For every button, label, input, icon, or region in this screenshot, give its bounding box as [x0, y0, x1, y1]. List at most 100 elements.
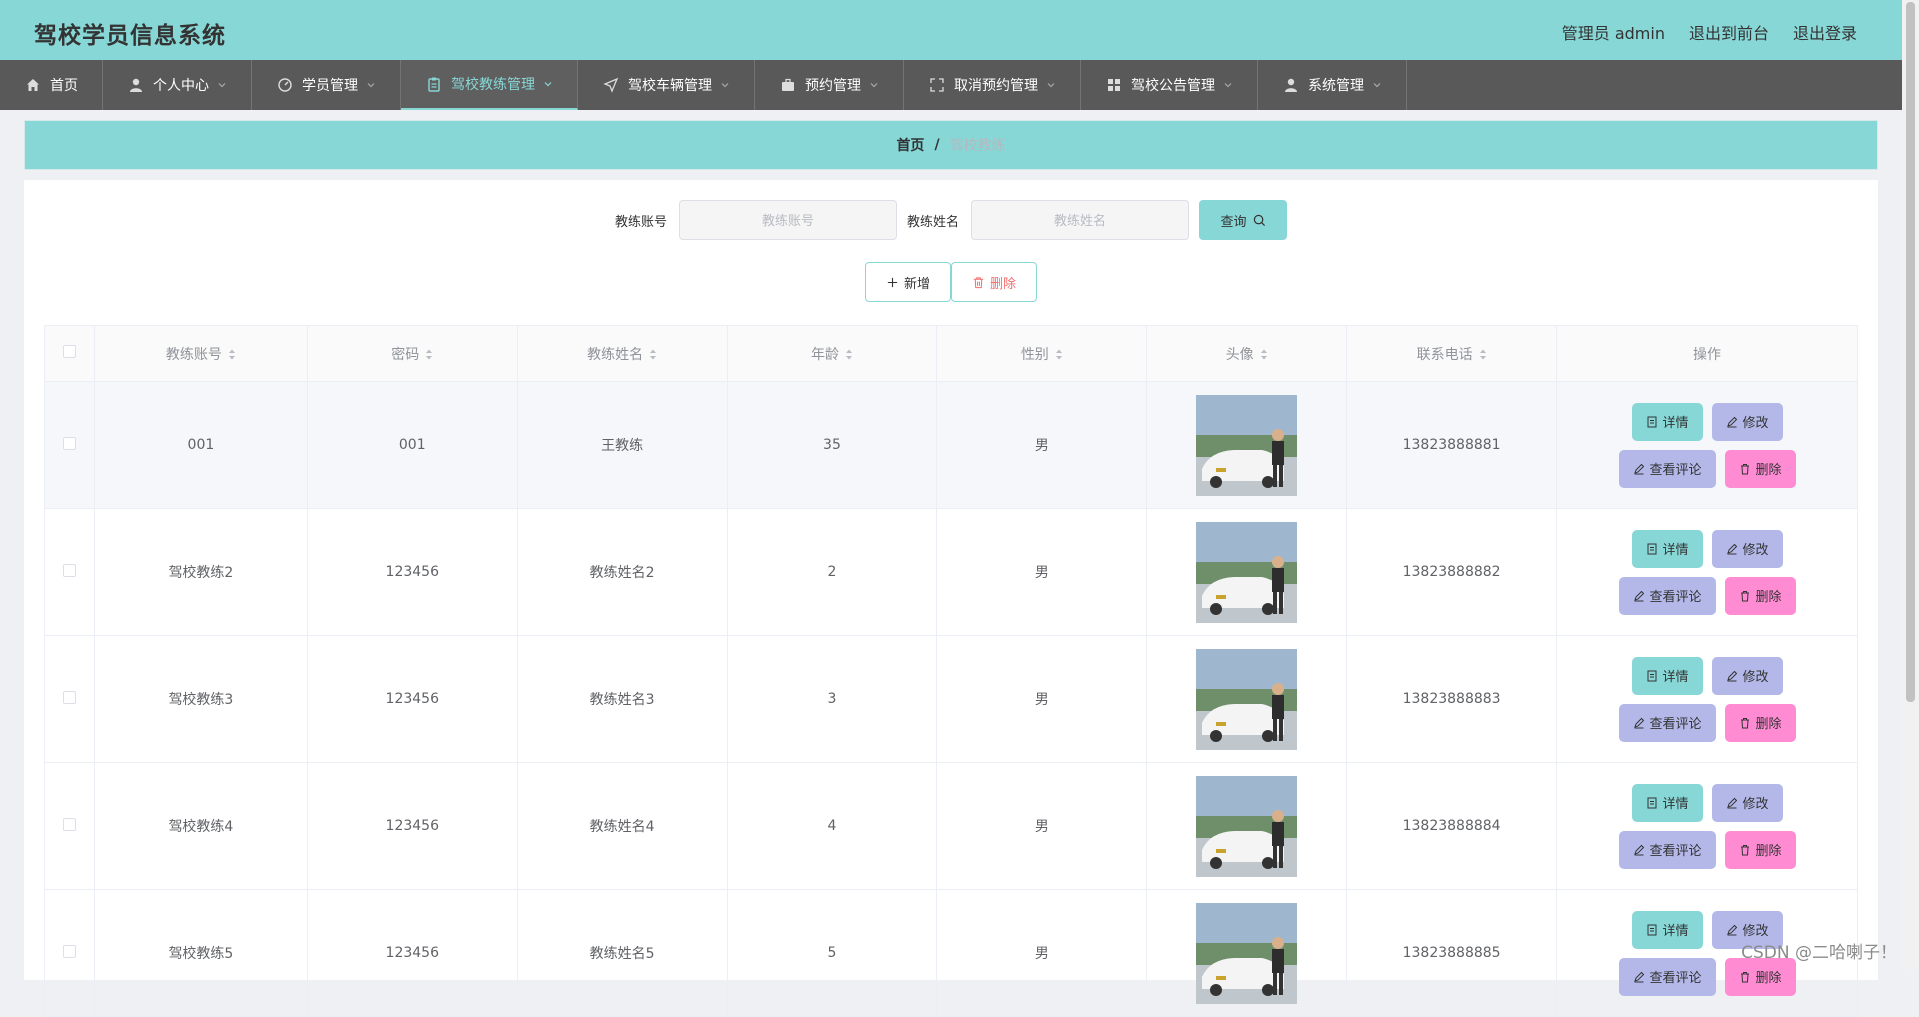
- column-header[interactable]: 性别: [937, 326, 1147, 382]
- logout-link[interactable]: 退出登录: [1793, 20, 1857, 44]
- operations-cell: 详情 修改 查看评论 删除: [1557, 509, 1858, 636]
- detail-button[interactable]: 详情: [1632, 911, 1703, 949]
- main-content: 教练账号 教练姓名 查询 新增 删除 教练账号 密码 教练姓名: [24, 180, 1878, 980]
- detail-button[interactable]: 详情: [1632, 403, 1703, 441]
- account-search-input[interactable]: [679, 200, 897, 240]
- chevron-down-icon: [1372, 80, 1382, 90]
- row-checkbox[interactable]: [63, 818, 76, 831]
- document-icon: [1646, 416, 1658, 428]
- table-row[interactable]: 驾校教练5 123456 教练姓名5 5 男 13823888885 详情 修改…: [45, 890, 1858, 1017]
- edit-button[interactable]: 修改: [1712, 784, 1783, 822]
- grid-icon: [1105, 76, 1123, 94]
- name-search-input[interactable]: [971, 200, 1189, 240]
- nav-item-home[interactable]: 首页: [0, 60, 103, 110]
- document-icon: [1646, 924, 1658, 936]
- edit-button[interactable]: 修改: [1712, 403, 1783, 441]
- age-cell: 4: [727, 763, 937, 890]
- add-button[interactable]: 新增: [865, 262, 951, 302]
- trash-icon: [972, 276, 985, 289]
- chevron-down-icon: [1223, 80, 1233, 90]
- name-label: 教练姓名: [907, 211, 961, 230]
- gender-cell: 男: [937, 509, 1147, 636]
- sort-icon: [1055, 348, 1063, 361]
- table-row[interactable]: 001 001 王教练 35 男 13823888881 详情 修改 查看评论 …: [45, 382, 1858, 509]
- scrollbar-thumb[interactable]: [1906, 2, 1915, 702]
- column-header[interactable]: 年龄: [727, 326, 937, 382]
- gender-cell: 男: [937, 382, 1147, 509]
- delete-button[interactable]: 删除: [1725, 450, 1796, 488]
- row-checkbox[interactable]: [63, 691, 76, 704]
- trash-icon: [1739, 590, 1751, 602]
- nav-item-announcement-management[interactable]: 驾校公告管理: [1081, 60, 1258, 110]
- name-cell: 王教练: [517, 382, 727, 509]
- home-icon: [24, 76, 42, 94]
- table-row[interactable]: 驾校教练2 123456 教练姓名2 2 男 13823888882 详情 修改…: [45, 509, 1858, 636]
- top-header: 驾校学员信息系统 管理员 admin 退出到前台 退出登录: [0, 0, 1919, 60]
- user-icon: [127, 76, 145, 94]
- nav-item-vehicle-management[interactable]: 驾校车辆管理: [578, 60, 755, 110]
- trash-icon: [1739, 717, 1751, 729]
- row-checkbox[interactable]: [63, 564, 76, 577]
- batch-delete-button[interactable]: 删除: [951, 262, 1037, 302]
- column-header[interactable]: 联系电话: [1347, 326, 1557, 382]
- nav-item-student-management[interactable]: 学员管理: [252, 60, 401, 110]
- view-comments-button[interactable]: 查看评论: [1619, 831, 1716, 869]
- name-cell: 教练姓名2: [517, 509, 727, 636]
- edit-icon: [1633, 463, 1645, 475]
- row-select-cell: [45, 382, 95, 509]
- edit-icon: [1633, 971, 1645, 983]
- detail-button[interactable]: 详情: [1632, 784, 1703, 822]
- password-cell: 123456: [307, 890, 517, 1017]
- nav-label: 驾校公告管理: [1131, 75, 1215, 95]
- delete-button[interactable]: 删除: [1725, 958, 1796, 996]
- nav-item-coach-management[interactable]: 驾校教练管理: [401, 60, 578, 110]
- row-checkbox[interactable]: [63, 437, 76, 450]
- view-comments-button[interactable]: 查看评论: [1619, 958, 1716, 996]
- plus-icon: [886, 276, 899, 289]
- delete-button[interactable]: 删除: [1725, 704, 1796, 742]
- app-title: 驾校学员信息系统: [34, 16, 226, 50]
- password-cell: 123456: [307, 636, 517, 763]
- view-comments-button[interactable]: 查看评论: [1619, 450, 1716, 488]
- nav-item-cancel-appointment[interactable]: 取消预约管理: [904, 60, 1081, 110]
- chevron-down-icon: [1046, 80, 1056, 90]
- select-all-checkbox[interactable]: [63, 345, 76, 358]
- row-checkbox[interactable]: [63, 945, 76, 958]
- column-header[interactable]: 密码: [307, 326, 517, 382]
- table-row[interactable]: 驾校教练3 123456 教练姓名3 3 男 13823888883 详情 修改…: [45, 636, 1858, 763]
- action-bar: 新增 删除: [24, 262, 1878, 302]
- edit-button[interactable]: 修改: [1712, 530, 1783, 568]
- trash-icon: [1739, 463, 1751, 475]
- phone-cell: 13823888884: [1347, 763, 1557, 890]
- scrollbar[interactable]: [1902, 0, 1919, 969]
- nav-item-appointment-management[interactable]: 预约管理: [755, 60, 904, 110]
- table-row[interactable]: 驾校教练4 123456 教练姓名4 4 男 13823888884 详情 修改…: [45, 763, 1858, 890]
- phone-cell: 13823888885: [1347, 890, 1557, 1017]
- operations-cell: 详情 修改 查看评论 删除: [1557, 382, 1858, 509]
- nav-item-personal-center[interactable]: 个人中心: [103, 60, 252, 110]
- view-comments-button[interactable]: 查看评论: [1619, 577, 1716, 615]
- column-header[interactable]: 教练账号: [94, 326, 307, 382]
- add-label: 新增: [904, 273, 930, 292]
- sort-icon: [649, 348, 657, 361]
- sort-icon: [845, 348, 853, 361]
- query-button[interactable]: 查询: [1199, 200, 1287, 240]
- exit-to-front-link[interactable]: 退出到前台: [1689, 20, 1769, 44]
- speedometer-icon: [276, 76, 294, 94]
- operations-cell: 详情 修改 查看评论 删除: [1557, 763, 1858, 890]
- delete-button[interactable]: 删除: [1725, 577, 1796, 615]
- breadcrumb-home[interactable]: 首页: [896, 135, 924, 155]
- column-header[interactable]: 教练姓名: [517, 326, 727, 382]
- edit-icon: [1633, 590, 1645, 602]
- detail-button[interactable]: 详情: [1632, 657, 1703, 695]
- nav-item-system-management[interactable]: 系统管理: [1258, 60, 1407, 110]
- column-header: 操作: [1557, 326, 1858, 382]
- breadcrumb-separator: /: [934, 137, 939, 153]
- column-header[interactable]: 头像: [1147, 326, 1347, 382]
- delete-button[interactable]: 删除: [1725, 831, 1796, 869]
- edit-icon: [1726, 924, 1738, 936]
- detail-button[interactable]: 详情: [1632, 530, 1703, 568]
- view-comments-button[interactable]: 查看评论: [1619, 704, 1716, 742]
- search-icon: [1253, 214, 1266, 227]
- edit-button[interactable]: 修改: [1712, 657, 1783, 695]
